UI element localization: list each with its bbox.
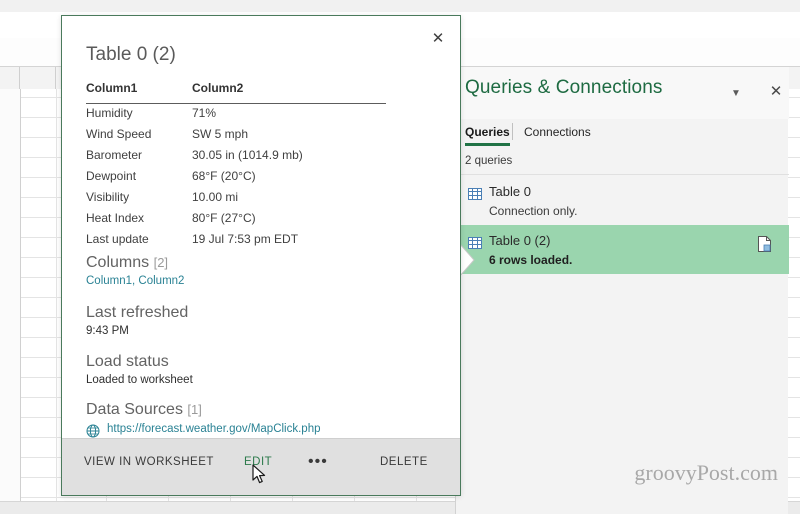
table-header-row: Column1 Column2 [86,81,386,104]
cell: 10.00 mi [192,190,239,204]
query-status: 6 rows loaded. [489,253,573,267]
view-in-worksheet-button[interactable]: VIEW IN WORKSHEET [84,456,214,468]
query-count-label: 2 queries [465,155,513,167]
data-source-url[interactable]: https://forecast.weather.gov/MapClick.ph… [107,423,321,435]
list-item[interactable]: Table 0 Connection only. [456,176,789,225]
mouse-cursor [252,464,268,486]
cell: Last update [86,232,149,246]
tab-divider [512,123,513,140]
divider [456,174,789,175]
section-heading: Load status [86,353,169,370]
cell: Wind Speed [86,127,152,141]
section-heading: Data Sources [1] [86,401,436,419]
tab-connections[interactable]: Connections [524,122,591,146]
table-row: Visibility 10.00 mi [86,188,386,209]
columns-value[interactable]: Column1, Column2 [86,275,436,287]
worksheet-document-icon[interactable] [758,236,771,252]
columns-heading-text: Columns [86,254,150,271]
query-list: Table 0 Connection only. Table 0 (2) 6 r… [456,176,789,274]
column-header: Column1 [86,81,138,95]
table-row: Wind Speed SW 5 mph [86,125,386,146]
watermark: groovyPost.com [634,460,778,485]
cell: 80°F (27°C) [192,211,256,225]
table-row: Humidity 71% [86,104,386,125]
query-name: Table 0 (2) [489,233,551,248]
cell: Heat Index [86,211,145,225]
cell: SW 5 mph [192,127,249,141]
cell: 68°F (20°C) [192,169,256,183]
pane-title: Queries & Connections [465,77,663,98]
table-row: Heat Index 80°F (27°C) [86,209,386,230]
pane-header: Queries & Connections ▼ ✕ [456,67,789,119]
section-heading: Columns [2] [86,254,436,272]
columns-section: Columns [2] Column1, Column2 [86,254,436,287]
list-item-selected[interactable]: Table 0 (2) 6 rows loaded. [456,225,789,274]
cell: 30.05 in (1014.9 mb) [192,148,303,162]
flyout-title: Table 0 (2) [86,44,176,65]
cell: Dewpoint [86,169,137,183]
cell: Humidity [86,106,133,120]
data-sources-heading-text: Data Sources [86,401,183,418]
query-status: Connection only. [489,204,578,218]
tab-queries[interactable]: Queries [465,122,510,146]
more-options-button[interactable]: ••• [308,453,328,471]
table-icon [468,187,482,200]
cell: Visibility [86,190,130,204]
query-name: Table 0 [489,184,531,199]
load-status-value: Loaded to worksheet [86,374,193,386]
data-sources-section: Data Sources [1] https://forecast.weathe… [86,401,436,441]
flyout-pointer [459,243,475,277]
select-all-corner[interactable] [0,67,20,89]
delete-button[interactable]: DELETE [380,456,428,468]
queries-and-connections-pane: Queries & Connections ▼ ✕ Queries Connec… [455,67,789,514]
cell: 71% [192,106,217,120]
close-icon[interactable]: ✕ [767,83,785,101]
column-header-cell[interactable] [20,67,56,89]
pane-tabs: Queries Connections [456,122,789,148]
table-row: Last update 19 Jul 7:53 pm EDT [86,230,386,251]
cell: 19 Jul 7:53 pm EDT [192,232,299,246]
column-header: Column2 [192,81,244,95]
globe-icon [86,424,100,438]
chevron-down-icon[interactable]: ▼ [728,87,744,101]
last-refreshed-section: Last refreshed 9:43 PM [86,304,436,337]
load-status-section: Load status Loaded to worksheet [86,353,436,386]
table-row: Barometer 30.05 in (1014.9 mb) [86,146,386,167]
row-header-band [0,89,21,514]
close-icon[interactable]: ✕ [428,29,448,49]
query-preview-flyout: ✕ Table 0 (2) Column1 Column2 Humidity 7… [61,15,461,496]
columns-count: [2] [153,255,169,270]
excel-window: ▾ Q Querie [0,0,800,514]
ribbon-strip [0,0,800,12]
cell: Barometer [86,148,143,162]
section-heading: Last refreshed [86,304,189,321]
last-refreshed-value: 9:43 PM [86,325,129,337]
table-row: Dewpoint 68°F (20°C) [86,167,386,188]
preview-table: Column1 Column2 Humidity 71% Wind Speed … [86,81,386,251]
data-sources-count: [1] [187,402,202,417]
